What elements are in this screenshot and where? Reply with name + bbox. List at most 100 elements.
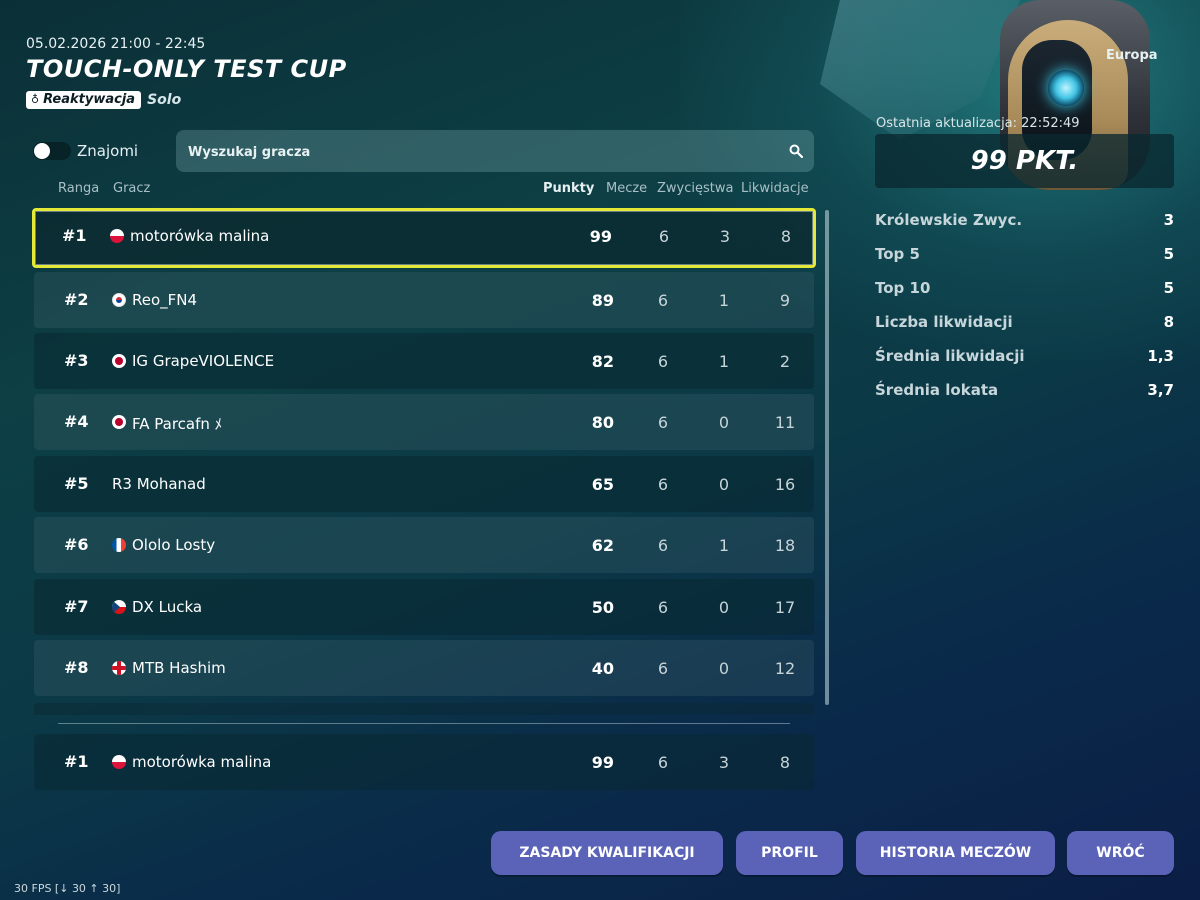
flag-south-korea-icon xyxy=(112,293,126,307)
col-header-player: Gracz xyxy=(113,181,151,196)
row-matches: 6 xyxy=(657,475,669,494)
row-rank: #3 xyxy=(64,351,89,370)
search-input[interactable] xyxy=(186,141,770,163)
stat-top5: Top 5 5 xyxy=(875,245,1174,263)
row-wins: 3 xyxy=(719,227,731,246)
region-label: Europa xyxy=(1106,48,1158,63)
leaderboard-row-partial xyxy=(34,703,814,715)
row-rank: #4 xyxy=(64,412,89,431)
row-player-name: Ololo Losty xyxy=(132,536,216,554)
stat-eliminations: Liczba likwidacji 8 xyxy=(875,313,1174,331)
stat-avg-placement: Średnia lokata 3,7 xyxy=(875,381,1174,399)
row-player-name: motorówka malina xyxy=(132,753,272,771)
back-button[interactable]: WRÓĆ xyxy=(1067,831,1174,875)
row-points: 80 xyxy=(591,413,614,432)
stat-value: 5 xyxy=(1163,279,1174,297)
toggle-knob xyxy=(34,143,50,159)
stat-label: Top 10 xyxy=(875,279,931,297)
flag-poland-icon xyxy=(110,229,124,243)
row-eliminations: 2 xyxy=(779,352,791,371)
row-player-name: motorówka malina xyxy=(130,227,270,245)
leaderboard-row[interactable]: #5 R3 Mohanad 65 6 0 16 xyxy=(34,456,814,512)
leaderboard-row[interactable]: #2 Reo_FN4 89 6 1 9 xyxy=(34,272,814,328)
last-update: Ostatnia aktualizacja: 22:52:49 xyxy=(876,116,1080,131)
row-matches: 6 xyxy=(657,536,669,555)
row-eliminations: 9 xyxy=(779,291,791,310)
stat-label: Top 5 xyxy=(875,245,920,263)
search-icon[interactable] xyxy=(789,144,803,158)
leaderboard-row[interactable]: #3 IG GrapeVIOLENCE 82 6 1 2 xyxy=(34,333,814,389)
row-wins: 1 xyxy=(718,291,730,310)
col-header-wins: Zwycięstwa xyxy=(657,181,734,196)
flag-czechia-icon xyxy=(112,600,126,614)
qualification-rules-button[interactable]: ZASADY KWALIFIKACJI xyxy=(491,831,723,875)
row-points: 99 xyxy=(591,753,614,772)
leaderboard-row[interactable]: #8 MTB Hashim 40 6 0 12 xyxy=(34,640,814,696)
divider xyxy=(58,723,790,724)
col-header-rank: Ranga xyxy=(58,181,100,196)
row-rank: #1 xyxy=(64,752,89,771)
row-wins: 0 xyxy=(718,475,730,494)
profile-button[interactable]: PROFIL xyxy=(736,831,843,875)
row-matches: 6 xyxy=(657,352,669,371)
leaderboard-row[interactable]: #7 DX Lucka 50 6 0 17 xyxy=(34,579,814,635)
row-matches: 6 xyxy=(657,413,669,432)
search-box xyxy=(176,130,814,172)
match-history-button[interactable]: HISTORIA MECZÓW xyxy=(856,831,1055,875)
friends-toggle-label: Znajomi xyxy=(77,142,139,160)
row-player-name: R3 Mohanad xyxy=(112,475,206,493)
flag-poland-icon xyxy=(112,755,126,769)
stat-royal-wins: Królewskie Zwyc. 3 xyxy=(875,211,1174,229)
row-matches: 6 xyxy=(657,291,669,310)
event-tags: ♁ Reaktywacja Solo xyxy=(26,91,181,109)
row-wins: 0 xyxy=(718,598,730,617)
flag-japan-icon xyxy=(112,354,126,368)
row-rank: #8 xyxy=(64,658,89,677)
row-rank: #6 xyxy=(64,535,89,554)
stat-value: 3 xyxy=(1163,211,1174,229)
stat-value: 8 xyxy=(1163,313,1174,331)
row-player-name: IG GrapeVIOLENCE xyxy=(132,352,275,370)
row-points: 65 xyxy=(591,475,614,494)
leaderboard-row[interactable]: #4 FA Parcafn ﾒ 80 6 0 11 xyxy=(34,394,814,450)
row-points: 62 xyxy=(591,536,614,555)
event-tag: ♁ Reaktywacja xyxy=(26,91,142,109)
event-date: 05.02.2026 21:00 - 22:45 xyxy=(26,36,206,52)
stat-label: Średnia likwidacji xyxy=(875,347,1025,365)
row-wins: 3 xyxy=(718,753,730,772)
row-rank: #2 xyxy=(64,290,89,309)
event-mode: Solo xyxy=(147,92,182,108)
page-title: TOUCH-ONLY TEST CUP xyxy=(26,55,347,83)
stat-label: Średnia lokata xyxy=(875,381,999,399)
row-eliminations: 8 xyxy=(779,753,791,772)
row-player-name: MTB Hashim xyxy=(132,659,226,677)
row-rank: #7 xyxy=(64,597,89,616)
fps-counter: 30 FPS [↓ 30 ↑ 30] xyxy=(14,882,121,895)
stat-value: 1,3 xyxy=(1147,347,1174,365)
row-wins: 1 xyxy=(718,352,730,371)
row-eliminations: 16 xyxy=(774,475,796,494)
row-matches: 6 xyxy=(658,227,670,246)
row-eliminations: 8 xyxy=(780,227,792,246)
stat-top10: Top 10 5 xyxy=(875,279,1174,297)
row-player-name: FA Parcafn ﾒ xyxy=(132,415,223,433)
stat-value: 5 xyxy=(1163,245,1174,263)
row-player-name: DX Lucka xyxy=(132,598,203,616)
leaderboard-row[interactable]: #1 motorówka malina 99 6 3 8 xyxy=(32,208,816,268)
row-rank: #1 xyxy=(62,226,87,245)
row-eliminations: 12 xyxy=(774,659,796,678)
leaderboard-scrollbar[interactable] xyxy=(825,210,829,705)
friends-toggle[interactable] xyxy=(33,142,71,160)
stat-value: 3,7 xyxy=(1147,381,1174,399)
flag-japan-icon xyxy=(112,415,126,429)
trophy-icon: ♁ xyxy=(31,93,40,106)
col-header-points: Punkty xyxy=(543,181,595,196)
col-header-matches: Mecze xyxy=(606,181,648,196)
row-points: 82 xyxy=(591,352,614,371)
self-row[interactable]: #1 motorówka malina 99 6 3 8 xyxy=(34,734,814,790)
row-matches: 6 xyxy=(657,598,669,617)
stat-label: Liczba likwidacji xyxy=(875,313,1013,331)
row-eliminations: 18 xyxy=(774,536,796,555)
leaderboard-row[interactable]: #6 Ololo Losty 62 6 1 18 xyxy=(34,517,814,573)
row-rank: #5 xyxy=(64,474,89,493)
